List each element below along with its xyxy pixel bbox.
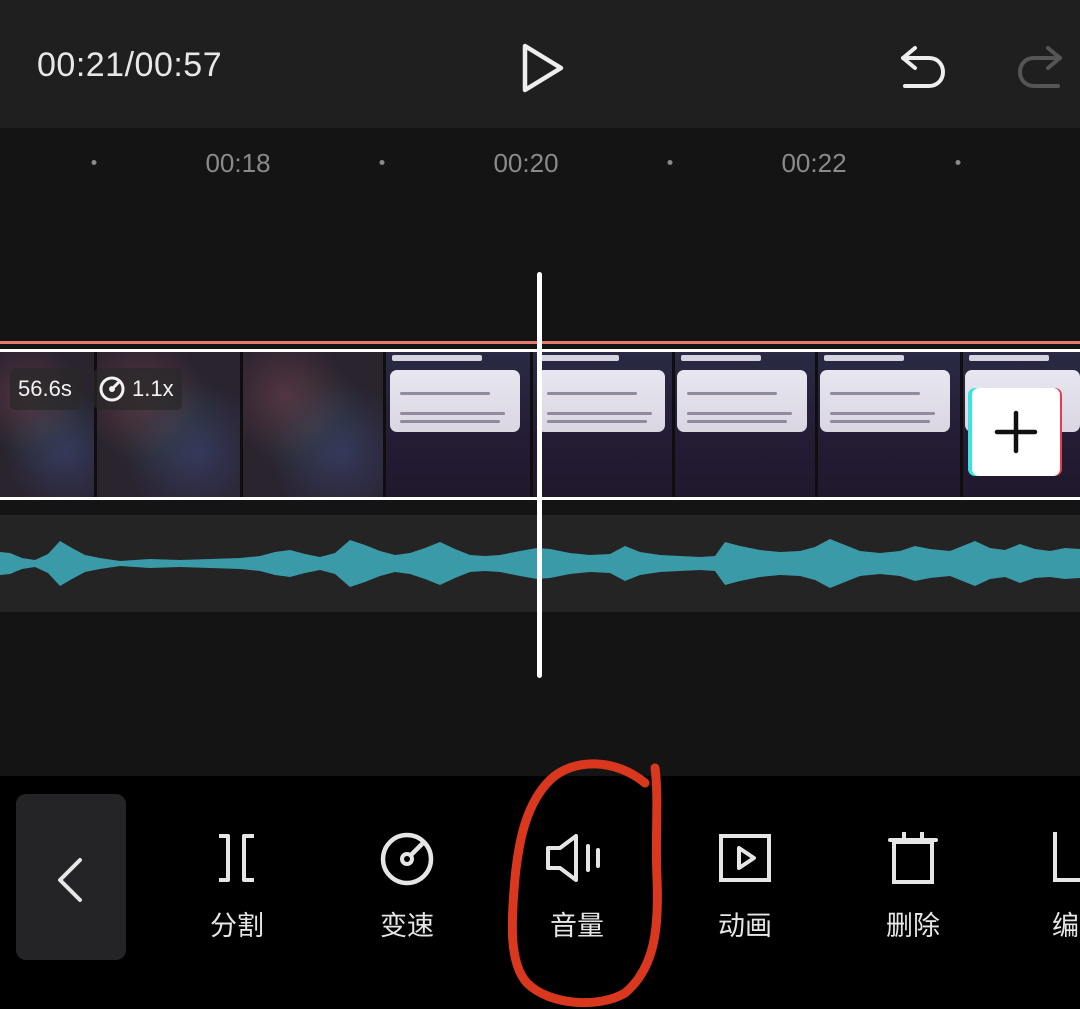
clip-thumbnail	[243, 352, 383, 497]
thumbnail-notification-card	[390, 370, 520, 432]
play-button[interactable]	[512, 40, 572, 96]
back-button[interactable]	[16, 794, 126, 960]
thumbnail-header	[824, 355, 904, 361]
tool-edit[interactable]: 编	[1020, 828, 1080, 948]
animation-icon	[719, 834, 771, 882]
card-text-line	[687, 392, 777, 395]
card-text-line	[400, 420, 500, 423]
clip-speed-value: 1.1x	[132, 376, 174, 401]
playhead-cursor[interactable]	[537, 272, 542, 678]
card-text-line	[547, 412, 652, 415]
speed-gauge-icon	[99, 376, 125, 402]
tool-volume[interactable]: 音量	[517, 828, 637, 948]
timeline-ruler[interactable]: 00:18 00:20 00:22 0	[0, 128, 1080, 198]
card-text-line	[400, 412, 505, 415]
thumbnail-notification-card	[677, 370, 807, 432]
ruler-tick-label: 00:18	[205, 148, 271, 178]
tool-speed[interactable]: 变速	[347, 828, 467, 948]
ruler-dot	[91, 160, 97, 165]
redo-icon	[1017, 46, 1062, 88]
speed-gauge-icon	[380, 832, 434, 886]
tool-split[interactable]: 分割	[177, 828, 297, 948]
card-text-line	[830, 392, 920, 395]
tool-animation[interactable]: 动画	[685, 828, 805, 948]
card-text-line	[547, 420, 647, 423]
clip-thumbnail	[386, 352, 530, 497]
play-icon	[522, 43, 564, 93]
card-text-line	[830, 420, 930, 423]
add-clip-button[interactable]	[968, 388, 1064, 476]
delete-icon	[888, 832, 938, 884]
clip-thumbnail	[533, 352, 672, 497]
card-text-line	[400, 392, 490, 395]
card-text-line	[687, 420, 787, 423]
bottom-toolbar: 分割 变速 音量 动画 删除 编	[0, 776, 1080, 1009]
thumbnail-header	[969, 355, 1049, 361]
thumbnail-notification-card	[537, 370, 665, 432]
clip-thumbnail	[818, 352, 960, 497]
split-icon	[219, 834, 254, 882]
clip-duration-badge: 56.6s	[10, 368, 80, 410]
ruler-dot	[667, 160, 673, 165]
thumbnail-header	[539, 355, 619, 361]
thumbnail-header	[392, 355, 482, 361]
thumbnail-header	[681, 355, 761, 361]
chevron-left-icon	[58, 858, 82, 902]
ruler-tick-label: 00:20	[493, 148, 559, 178]
tool-delete[interactable]: 删除	[853, 828, 973, 948]
plus-icon	[994, 410, 1038, 454]
undo-button[interactable]	[893, 38, 953, 98]
video-editor-screen: 00:21/00:57 00:18 00:20 00:22 0	[0, 0, 1080, 1009]
card-text-line	[547, 392, 637, 395]
tool-label: 分割	[210, 911, 264, 942]
timecode: 00:21/00:57	[37, 46, 223, 84]
thumbnail-notification-card	[820, 370, 950, 432]
card-text-line	[830, 412, 935, 415]
ruler-tick-label: 00:22	[781, 148, 847, 178]
tool-label: 编	[1052, 911, 1079, 942]
ruler-dot	[955, 160, 961, 165]
tool-label: 动画	[718, 911, 772, 942]
tool-label: 音量	[550, 911, 604, 942]
redo-button[interactable]	[1010, 38, 1080, 98]
top-bar: 00:21/00:57	[0, 0, 1080, 128]
card-text-line	[687, 412, 792, 415]
tool-label: 变速	[380, 911, 434, 942]
tool-label: 删除	[886, 911, 940, 942]
edit-icon	[1053, 832, 1080, 882]
clip-speed-badge: 1.1x	[94, 368, 182, 410]
volume-icon	[546, 834, 600, 882]
clip-thumbnail	[675, 352, 815, 497]
undo-icon	[901, 46, 946, 88]
add-button-face	[972, 388, 1060, 476]
ruler-dot	[379, 160, 385, 165]
